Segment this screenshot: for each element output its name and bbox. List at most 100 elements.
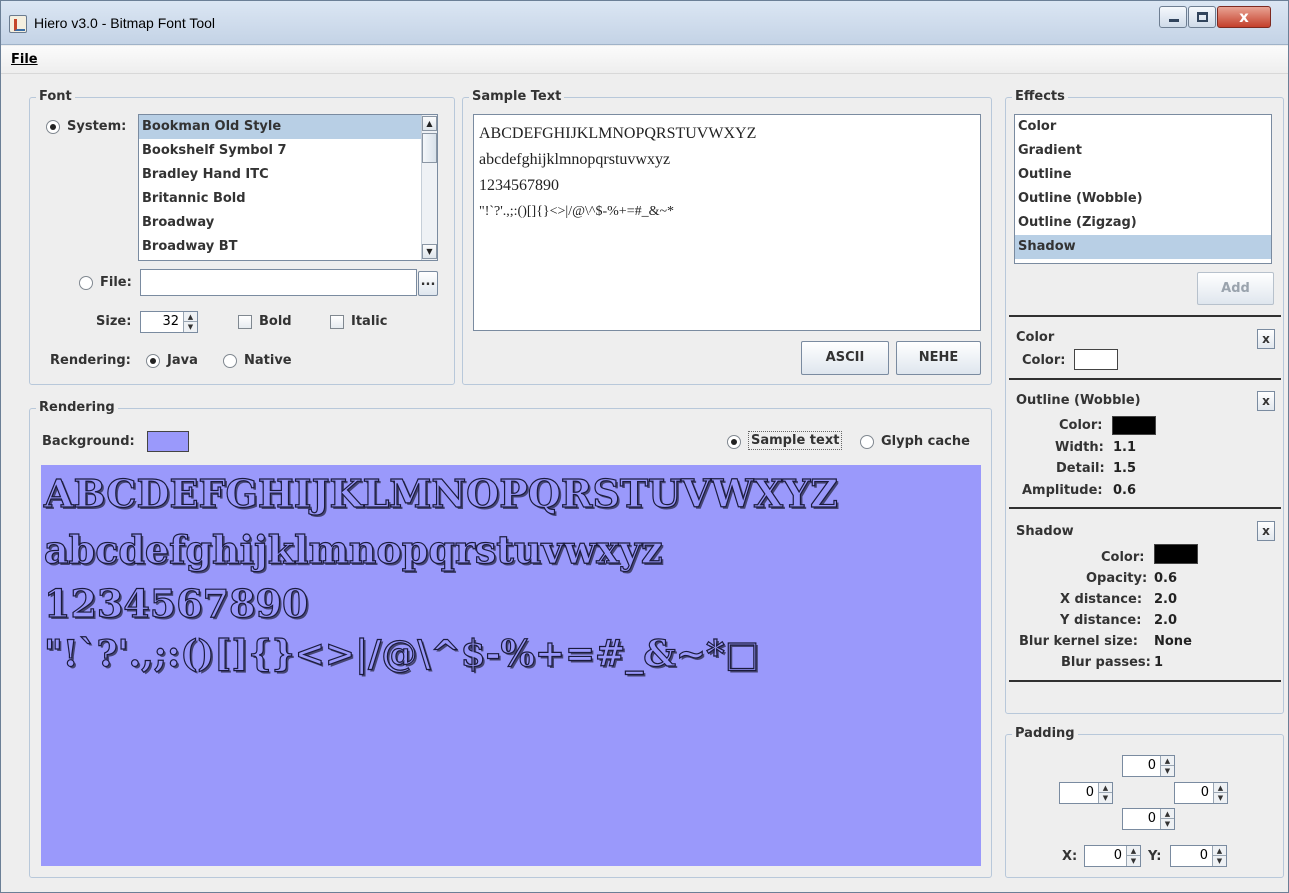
spinner-arrows[interactable]: ▲ ▼	[1098, 783, 1112, 803]
spin-down-icon[interactable]: ▼	[184, 322, 197, 332]
rendering-label: Rendering:	[50, 353, 131, 368]
padding-right-spinner[interactable]: 0 ▲ ▼	[1174, 782, 1228, 804]
color-effect-swatch[interactable]	[1074, 349, 1118, 370]
add-effect-button[interactable]: Add	[1197, 272, 1274, 305]
background-label: Background:	[42, 434, 135, 449]
spinner-arrows[interactable]: ▲ ▼	[1160, 756, 1174, 776]
system-font-radio[interactable]	[46, 120, 60, 134]
spin-down-icon[interactable]: ▼	[1099, 793, 1112, 803]
effect-list-item[interactable]: Outline	[1015, 163, 1271, 187]
java-app-icon[interactable]	[9, 15, 27, 33]
effect-list-item[interactable]: Gradient	[1015, 139, 1271, 163]
native-rendering-radio[interactable]	[223, 354, 237, 368]
menu-file[interactable]: File	[11, 52, 38, 67]
system-font-list[interactable]: Bookman Old Style Bookshelf Symbol 7 Bra…	[138, 114, 438, 261]
padding-y-spinner[interactable]: 0 ▲ ▼	[1170, 845, 1227, 867]
glyph-cache-label: Glyph cache	[881, 434, 970, 449]
java-rendering-radio[interactable]	[146, 354, 160, 368]
scroll-up-icon[interactable]: ▲	[422, 116, 437, 131]
spin-up-icon[interactable]: ▲	[1213, 846, 1226, 856]
shadow-color-label: Color:	[1101, 550, 1145, 565]
system-label: System:	[67, 119, 127, 134]
title-bar: Hiero v3.0 - Bitmap Font Tool x	[1, 1, 1288, 45]
sample-text-area[interactable]: ABCDEFGHIJKLMNOPQRSTUVWXYZ abcdefghijklm…	[473, 114, 981, 331]
font-file-field[interactable]	[140, 269, 417, 296]
spin-up-icon[interactable]: ▲	[184, 312, 197, 322]
font-list-item[interactable]: Bookshelf Symbol 7	[139, 139, 437, 163]
sample-text-line: 1234567890	[479, 177, 559, 194]
shadow-xdist-value: 2.0	[1154, 592, 1178, 607]
font-list-scrollbar[interactable]: ▲ ▼	[421, 115, 437, 260]
font-list-item[interactable]: Britannic Bold	[139, 187, 437, 211]
remove-color-effect-button[interactable]: x	[1257, 329, 1275, 349]
spin-down-icon[interactable]: ▼	[1161, 766, 1174, 776]
wobble-width-value: 1.1	[1113, 440, 1137, 455]
scroll-thumb[interactable]	[422, 133, 437, 163]
maximize-button[interactable]	[1188, 6, 1216, 28]
wobble-detail-value: 1.5	[1113, 461, 1137, 476]
spinner-arrows[interactable]: ▲ ▼	[1212, 846, 1226, 866]
rendering-panel-title: Rendering	[36, 400, 118, 415]
spinner-arrows[interactable]: ▲ ▼	[1213, 783, 1227, 803]
font-list-item[interactable]: Bradley Hand ITC	[139, 163, 437, 187]
bold-checkbox[interactable]	[238, 315, 252, 329]
size-spinner[interactable]: 32 ▲ ▼	[140, 311, 198, 333]
minimize-button[interactable]	[1159, 6, 1187, 28]
spin-up-icon[interactable]: ▲	[1127, 846, 1140, 856]
wobble-color-swatch[interactable]	[1112, 416, 1156, 435]
effects-list[interactable]: Color Gradient Outline Outline (Wobble) …	[1014, 114, 1272, 264]
font-list-item[interactable]: Broadway BT	[139, 235, 437, 259]
scroll-down-icon[interactable]: ▼	[422, 244, 437, 259]
remove-shadow-effect-button[interactable]: x	[1257, 521, 1275, 541]
nehe-button[interactable]: NEHE	[896, 341, 981, 375]
padding-bottom-spinner[interactable]: 0 ▲ ▼	[1122, 808, 1175, 830]
effect-list-item[interactable]: Color	[1015, 115, 1271, 139]
ascii-button[interactable]: ASCII	[801, 341, 889, 375]
effect-list-item[interactable]: Outline (Zigzag)	[1015, 211, 1271, 235]
padding-bottom-value: 0	[1147, 811, 1156, 826]
java-label: Java	[167, 353, 198, 368]
sample-text-line: abcdefghijklmnopqrstuvwxyz	[479, 151, 671, 168]
rendering-preview: ABCDEFGHIJKLMNOPQRSTUVWXYZ abcdefghijklm…	[41, 465, 981, 866]
spin-down-icon[interactable]: ▼	[1127, 856, 1140, 866]
effect-separator	[1009, 315, 1281, 317]
padding-panel-title: Padding	[1012, 726, 1078, 741]
padding-y-value: 0	[1199, 848, 1208, 863]
preview-line: 1234567890	[43, 580, 309, 626]
file-label: File:	[100, 275, 132, 290]
native-label: Native	[244, 353, 292, 368]
size-spinner-arrows[interactable]: ▲ ▼	[183, 312, 197, 332]
spin-down-icon[interactable]: ▼	[1161, 819, 1174, 829]
file-font-radio[interactable]	[79, 276, 93, 290]
spin-up-icon[interactable]: ▲	[1161, 756, 1174, 766]
sample-text-radio[interactable]	[727, 435, 741, 449]
sample-text-line: ABCDEFGHIJKLMNOPQRSTUVWXYZ	[479, 125, 757, 142]
shadow-color-swatch[interactable]	[1154, 544, 1198, 564]
font-list-item[interactable]: Bookman Old Style	[139, 115, 437, 139]
background-color-swatch[interactable]	[147, 431, 189, 452]
spin-up-icon[interactable]: ▲	[1161, 809, 1174, 819]
glyph-cache-radio[interactable]	[860, 435, 874, 449]
close-button[interactable]: x	[1217, 6, 1271, 28]
padding-top-spinner[interactable]: 0 ▲ ▼	[1122, 755, 1175, 777]
sample-text-line: "!`?'.,;:()[]{}<>|/@\^$-%+=#_&~*	[479, 204, 675, 219]
browse-button[interactable]: ...	[418, 271, 438, 296]
effect-separator	[1009, 680, 1281, 682]
spinner-arrows[interactable]: ▲ ▼	[1126, 846, 1140, 866]
spin-up-icon[interactable]: ▲	[1099, 783, 1112, 793]
sample-text-option-label: Sample text	[748, 431, 843, 450]
italic-checkbox[interactable]	[330, 315, 344, 329]
spin-down-icon[interactable]: ▼	[1213, 856, 1226, 866]
effect-list-item[interactable]: Outline (Wobble)	[1015, 187, 1271, 211]
close-icon: x	[1239, 8, 1249, 26]
font-list-item[interactable]: Broadway	[139, 211, 437, 235]
spin-up-icon[interactable]: ▲	[1214, 783, 1227, 793]
effect-list-item[interactable]: Shadow	[1015, 235, 1271, 259]
padding-x-spinner[interactable]: 0 ▲ ▼	[1084, 845, 1141, 867]
remove-wobble-effect-button[interactable]: x	[1257, 391, 1275, 411]
spinner-arrows[interactable]: ▲ ▼	[1160, 809, 1174, 829]
padding-left-value: 0	[1085, 785, 1094, 800]
spin-down-icon[interactable]: ▼	[1214, 793, 1227, 803]
wobble-detail-label: Detail:	[1056, 461, 1105, 476]
padding-left-spinner[interactable]: 0 ▲ ▼	[1059, 782, 1113, 804]
